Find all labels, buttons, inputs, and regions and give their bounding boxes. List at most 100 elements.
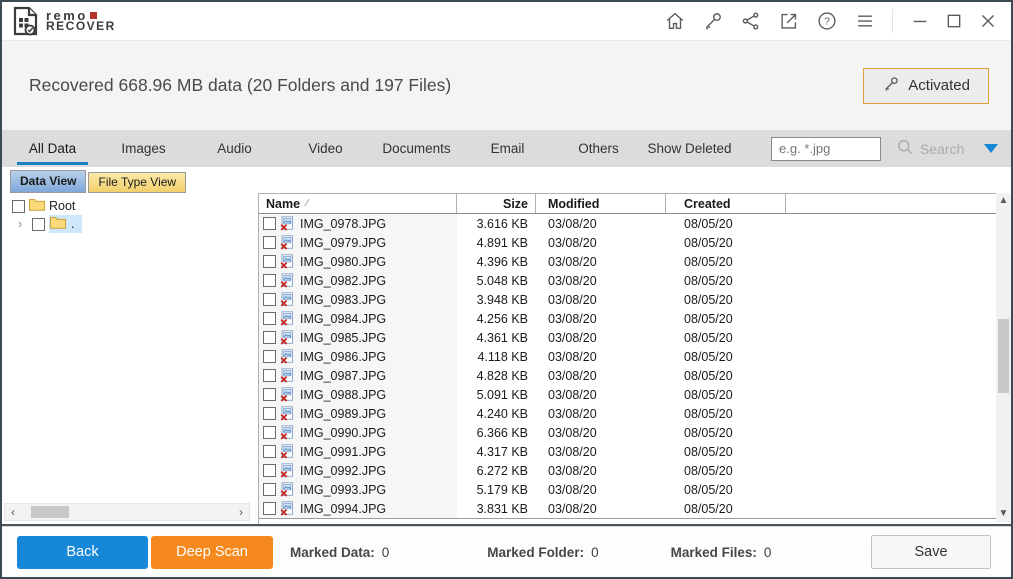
child-checkbox[interactable] <box>32 218 45 231</box>
search-label: Search <box>920 141 964 157</box>
cell-modified: 03/08/20 <box>536 350 666 364</box>
row-checkbox[interactable] <box>263 426 276 439</box>
table-row[interactable]: IMG_0994.JPG3.831 KB03/08/2008/05/20 <box>259 499 996 518</box>
deep-scan-button[interactable]: Deep Scan <box>151 536 273 569</box>
cell-name: IMG_0984.JPG <box>259 309 457 328</box>
folder-icon <box>50 216 66 232</box>
row-checkbox[interactable] <box>263 369 276 382</box>
back-button[interactable]: Back <box>17 536 148 569</box>
table-row[interactable]: IMG_0983.JPG3.948 KB03/08/2008/05/20 <box>259 290 996 309</box>
deleted-image-file-icon <box>280 444 295 459</box>
maximize-icon[interactable] <box>939 7 969 35</box>
table-row[interactable]: IMG_0978.JPG3.616 KB03/08/2008/05/20 <box>259 214 996 233</box>
row-checkbox[interactable] <box>263 464 276 477</box>
footer-bar: Back Deep Scan Marked Data: 0 Marked Fol… <box>2 526 1011 577</box>
search-dropdown-caret-icon[interactable] <box>984 144 998 153</box>
row-checkbox[interactable] <box>263 350 276 363</box>
search-button[interactable]: Search <box>895 137 964 160</box>
tab-documents[interactable]: Documents <box>371 130 462 167</box>
cell-size: 3.616 KB <box>457 217 536 231</box>
deleted-image-file-icon <box>280 501 295 516</box>
close-icon[interactable] <box>973 7 1003 35</box>
table-row[interactable]: IMG_0992.JPG6.272 KB03/08/2008/05/20 <box>259 461 996 480</box>
table-row[interactable]: IMG_0990.JPG6.366 KB03/08/2008/05/20 <box>259 423 996 442</box>
row-checkbox[interactable] <box>263 502 276 515</box>
tree-item-root[interactable]: Root <box>12 197 258 215</box>
home-icon[interactable] <box>660 7 690 35</box>
minimize-icon[interactable] <box>905 7 935 35</box>
table-row[interactable]: IMG_0985.JPG4.361 KB03/08/2008/05/20 <box>259 328 996 347</box>
cell-modified: 03/08/20 <box>536 236 666 250</box>
row-checkbox[interactable] <box>263 255 276 268</box>
tab-email[interactable]: Email <box>462 130 553 167</box>
column-header-filler <box>786 194 996 213</box>
scrollbar-thumb[interactable] <box>998 319 1009 393</box>
table-row[interactable]: IMG_0980.JPG4.396 KB03/08/2008/05/20 <box>259 252 996 271</box>
save-button[interactable]: Save <box>871 535 991 569</box>
search-input[interactable] <box>771 137 881 161</box>
column-header-modified[interactable]: Modified <box>536 194 666 213</box>
cell-modified: 03/08/20 <box>536 445 666 459</box>
cell-modified: 03/08/20 <box>536 407 666 421</box>
deleted-image-file-icon <box>280 254 295 269</box>
table-row[interactable]: IMG_0989.JPG4.240 KB03/08/2008/05/20 <box>259 404 996 423</box>
row-checkbox[interactable] <box>263 217 276 230</box>
column-header-created[interactable]: Created <box>666 194 786 213</box>
titlebar: remo RECOVER ? <box>2 2 1011 40</box>
table-row[interactable]: IMG_0988.JPG5.091 KB03/08/2008/05/20 <box>259 385 996 404</box>
help-icon[interactable]: ? <box>812 7 842 35</box>
scroll-right-arrow-icon[interactable]: › <box>233 504 249 520</box>
tab-audio[interactable]: Audio <box>189 130 280 167</box>
tab-images[interactable]: Images <box>98 130 189 167</box>
tab-others[interactable]: Others <box>553 130 644 167</box>
cell-name: IMG_0989.JPG <box>259 404 457 423</box>
table-row[interactable]: IMG_0991.JPG4.317 KB03/08/2008/05/20 <box>259 442 996 461</box>
row-checkbox[interactable] <box>263 331 276 344</box>
cell-size: 3.831 KB <box>457 502 536 516</box>
cell-created: 08/05/20 <box>666 426 786 440</box>
menu-icon[interactable] <box>850 7 880 35</box>
row-checkbox[interactable] <box>263 483 276 496</box>
activated-button[interactable]: Activated <box>863 68 989 104</box>
scrollbar-thumb[interactable] <box>31 506 69 518</box>
table-row[interactable]: IMG_0987.JPG4.828 KB03/08/2008/05/20 <box>259 366 996 385</box>
file-name: IMG_0992.JPG <box>299 464 386 478</box>
selected-tree-node: . <box>49 215 82 233</box>
share-icon[interactable] <box>736 7 766 35</box>
tree-horizontal-scrollbar[interactable]: ‹ › <box>4 503 250 521</box>
tab-file-type-view[interactable]: File Type View <box>88 172 186 193</box>
export-icon[interactable] <box>774 7 804 35</box>
table-row[interactable]: IMG_0986.JPG4.118 KB03/08/2008/05/20 <box>259 347 996 366</box>
cell-created: 08/05/20 <box>666 464 786 478</box>
row-checkbox[interactable] <box>263 293 276 306</box>
tab-all-data[interactable]: All Data <box>7 130 98 167</box>
row-checkbox[interactable] <box>263 274 276 287</box>
row-checkbox[interactable] <box>263 388 276 401</box>
row-checkbox[interactable] <box>263 312 276 325</box>
file-name: IMG_0978.JPG <box>299 217 386 231</box>
table-vertical-scrollbar[interactable]: ▲ ▼ <box>996 193 1011 522</box>
column-header-name[interactable]: Name ∕ <box>259 194 457 213</box>
scroll-down-arrow-icon[interactable]: ▼ <box>996 506 1011 522</box>
row-checkbox[interactable] <box>263 445 276 458</box>
tab-video[interactable]: Video <box>280 130 371 167</box>
root-checkbox[interactable] <box>12 200 25 213</box>
table-row[interactable]: IMG_0979.JPG4.891 KB03/08/2008/05/20 <box>259 233 996 252</box>
key-icon[interactable] <box>698 7 728 35</box>
table-row[interactable]: IMG_0982.JPG5.048 KB03/08/2008/05/20 <box>259 271 996 290</box>
tree-item-child[interactable]: › . <box>12 215 258 233</box>
row-checkbox[interactable] <box>263 236 276 249</box>
table-row[interactable]: IMG_0984.JPG4.256 KB03/08/2008/05/20 <box>259 309 996 328</box>
cell-created: 08/05/20 <box>666 255 786 269</box>
column-header-size[interactable]: Size <box>457 194 536 213</box>
tab-data-view[interactable]: Data View <box>10 170 86 193</box>
tab-show-deleted[interactable]: Show Deleted <box>644 130 735 167</box>
scroll-up-arrow-icon[interactable]: ▲ <box>996 193 1011 209</box>
scroll-left-arrow-icon[interactable]: ‹ <box>5 504 21 520</box>
recovery-summary: Recovered 668.96 MB data (20 Folders and… <box>29 75 451 96</box>
row-checkbox[interactable] <box>263 407 276 420</box>
scrollbar-track[interactable] <box>996 209 1011 506</box>
expand-chevron-icon[interactable]: › <box>18 219 28 229</box>
cell-name: IMG_0988.JPG <box>259 385 457 404</box>
table-row[interactable]: IMG_0993.JPG5.179 KB03/08/2008/05/20 <box>259 480 996 499</box>
